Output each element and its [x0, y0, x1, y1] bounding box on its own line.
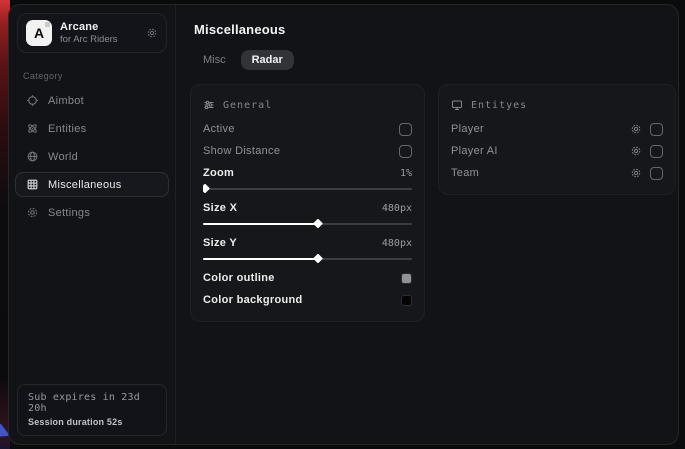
- setting-row-color-background: Color background: [203, 289, 412, 311]
- slider-track: [203, 188, 412, 190]
- gear-icon: [26, 206, 39, 219]
- slider-fill: [203, 223, 318, 225]
- team-config-gear-icon[interactable]: [630, 167, 642, 179]
- sidebar-item-label: Entities: [48, 123, 86, 135]
- setting-row-show-distance: Show Distance: [203, 140, 412, 162]
- sidebar-item-aimbot[interactable]: Aimbot: [15, 88, 169, 113]
- size-y-slider[interactable]: [203, 254, 412, 263]
- slider-thumb[interactable]: [313, 254, 323, 263]
- main-content: Miscellaneous Misc Radar Gene: [176, 5, 679, 444]
- panel-entities: Entityes Player: [438, 84, 676, 195]
- sidebar-item-entities[interactable]: Entities: [15, 116, 169, 141]
- entity-row-player: Player: [451, 118, 663, 140]
- subscription-card: Sub expires in 23d 20h Session duration …: [17, 384, 167, 436]
- panel-entities-header: Entityes: [451, 93, 663, 118]
- sidebar-item-miscellaneous[interactable]: Miscellaneous: [15, 172, 169, 197]
- sidebar-item-label: World: [48, 151, 78, 163]
- size-x-label: Size X: [203, 202, 237, 214]
- sidebar: A Arcane for Arc Riders Category: [9, 5, 176, 444]
- player-ai-label: Player AI: [451, 145, 498, 157]
- sidebar-item-settings[interactable]: Settings: [15, 200, 169, 225]
- player-label: Player: [451, 123, 484, 135]
- content-area: General Active Show Distance Zoom 1%: [190, 84, 676, 322]
- crosshair-icon: [26, 94, 39, 107]
- team-checkbox[interactable]: [650, 167, 663, 180]
- player-checkbox[interactable]: [650, 123, 663, 136]
- app-subtitle: for Arc Riders: [60, 34, 118, 45]
- slider-thumb[interactable]: [313, 219, 323, 228]
- account-text: Arcane for Arc Riders: [60, 21, 118, 45]
- sidebar-item-world[interactable]: World: [15, 144, 169, 169]
- show-distance-checkbox[interactable]: [399, 145, 412, 158]
- page-title: Miscellaneous: [194, 22, 676, 37]
- color-background-label: Color background: [203, 294, 303, 306]
- subscription-expires-text: Sub expires in 23d 20h: [28, 392, 156, 414]
- show-distance-label: Show Distance: [203, 145, 280, 157]
- entity-controls: [630, 123, 663, 136]
- globe-icon: [26, 150, 39, 163]
- color-outline-swatch[interactable]: [401, 273, 412, 284]
- zoom-label: Zoom: [203, 167, 234, 179]
- setting-row-color-outline: Color outline: [203, 267, 412, 289]
- sidebar-item-label: Settings: [48, 207, 90, 219]
- active-label: Active: [203, 123, 235, 135]
- app-logo-letter: A: [34, 25, 44, 41]
- panel-general: General Active Show Distance Zoom 1%: [190, 84, 425, 322]
- zoom-slider[interactable]: [203, 184, 412, 193]
- sidebar-item-label: Aimbot: [48, 95, 84, 107]
- entity-controls: [630, 167, 663, 180]
- setting-row-active: Active: [203, 118, 412, 140]
- team-label: Team: [451, 167, 479, 179]
- size-y-label: Size Y: [203, 237, 237, 249]
- session-duration-text: Session duration 52s: [28, 417, 156, 427]
- panel-general-header: General: [203, 93, 412, 118]
- active-checkbox[interactable]: [399, 123, 412, 136]
- slider-thumb[interactable]: [203, 184, 210, 193]
- sidebar-nav: Aimbot Entities: [9, 85, 175, 225]
- monitor-icon: [451, 99, 463, 111]
- panel-general-title: General: [223, 100, 272, 111]
- screenshot-stage: A Arcane for Arc Riders Category: [0, 0, 685, 449]
- tab-radar[interactable]: Radar: [241, 50, 294, 70]
- color-background-swatch[interactable]: [401, 295, 412, 306]
- setting-row-size-x: Size X 480px: [203, 197, 412, 219]
- grid-icon: [26, 178, 39, 191]
- sliders-icon: [203, 99, 215, 111]
- app-window: A Arcane for Arc Riders Category: [8, 4, 679, 445]
- tab-bar: Misc Radar: [192, 50, 676, 70]
- slider-fill: [203, 258, 318, 260]
- entity-row-player-ai: Player AI: [451, 140, 663, 162]
- account-card: A Arcane for Arc Riders: [17, 13, 167, 53]
- panel-entities-title: Entityes: [471, 100, 527, 111]
- player-ai-config-gear-icon[interactable]: [630, 145, 642, 157]
- size-y-value: 480px: [382, 238, 412, 249]
- size-x-value: 480px: [382, 203, 412, 214]
- size-x-slider[interactable]: [203, 219, 412, 228]
- player-config-gear-icon[interactable]: [630, 123, 642, 135]
- sidebar-item-label: Miscellaneous: [48, 179, 122, 191]
- atom-icon: [26, 122, 39, 135]
- zoom-value: 1%: [400, 168, 412, 179]
- player-ai-checkbox[interactable]: [650, 145, 663, 158]
- sidebar-spacer: [9, 225, 175, 376]
- setting-row-zoom: Zoom 1%: [203, 162, 412, 184]
- tab-misc[interactable]: Misc: [192, 50, 237, 70]
- setting-row-size-y: Size Y 480px: [203, 232, 412, 254]
- account-settings-icon[interactable]: [146, 27, 158, 39]
- app-name: Arcane: [60, 21, 118, 33]
- entity-row-team: Team: [451, 162, 663, 184]
- entity-controls: [630, 145, 663, 158]
- color-outline-label: Color outline: [203, 272, 275, 284]
- category-label: Category: [23, 71, 175, 81]
- app-logo: A: [26, 20, 52, 46]
